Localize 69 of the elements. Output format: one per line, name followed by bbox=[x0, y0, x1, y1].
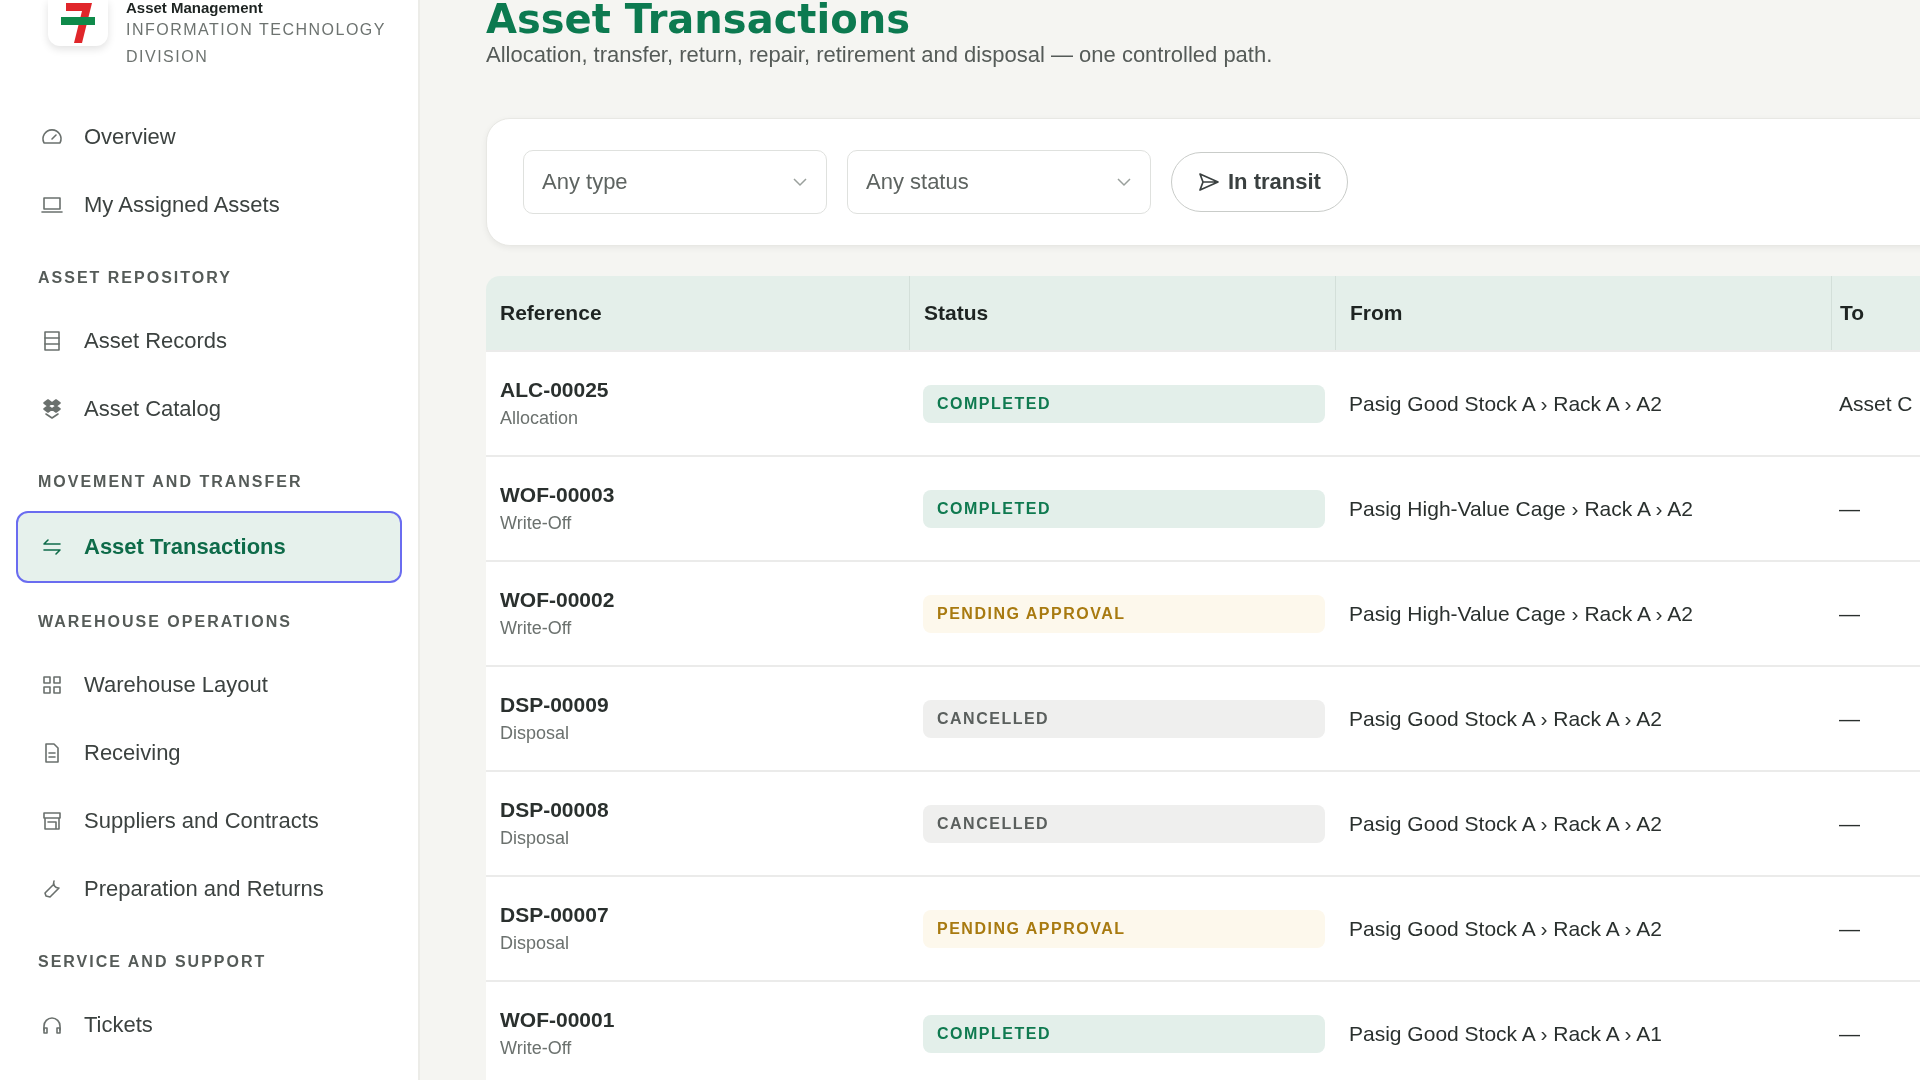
from-location: Pasig Good Stock A › Rack A › A1 bbox=[1349, 1021, 1662, 1046]
to-location: — bbox=[1839, 1021, 1860, 1046]
status-badge: COMPLETED bbox=[923, 384, 1325, 423]
status-select[interactable]: Any status bbox=[847, 150, 1151, 214]
reference-number: WOF-00002 bbox=[500, 588, 615, 612]
reference-number: WOF-00003 bbox=[500, 483, 615, 507]
sidebar-item[interactable]: My Assigned Assets bbox=[16, 171, 402, 239]
table-row[interactable]: WOF-00003 Write-Off COMPLETED Pasig High-Value Cage › Rack A › A2 — bbox=[486, 455, 1920, 560]
from-location: Pasig High-Value Cage › Rack A › A2 bbox=[1349, 601, 1693, 626]
sidebar-item[interactable]: Suppliers and Contracts bbox=[16, 787, 402, 855]
transaction-type: Write-Off bbox=[500, 618, 572, 639]
table-row[interactable]: WOF-00002 Write-Off PENDING APPROVAL Pasig High-Value Cage › Rack A › A2 — bbox=[486, 560, 1920, 665]
from-location: Pasig Good Stock A › Rack A › A2 bbox=[1349, 916, 1662, 941]
to-location: Asset C bbox=[1839, 391, 1913, 416]
chevron-down-icon bbox=[1116, 177, 1132, 187]
in-transit-button[interactable]: In transit bbox=[1171, 152, 1348, 212]
reference-number: DSP-00008 bbox=[500, 798, 609, 822]
from-location: Pasig Good Stock A › Rack A › A2 bbox=[1349, 706, 1662, 731]
to-location: — bbox=[1839, 811, 1860, 836]
table-row[interactable]: WOF-00001 Write-Off COMPLETED Pasig Good Stock A › Rack A › A1 — bbox=[486, 980, 1920, 1080]
status-badge: COMPLETED bbox=[923, 489, 1325, 528]
sidebar-item[interactable]: Asset Catalog bbox=[16, 375, 402, 443]
sidebar-item[interactable]: Warehouse Layout bbox=[16, 651, 402, 719]
from-location: Pasig Good Stock A › Rack A › A2 bbox=[1349, 391, 1662, 416]
store-icon bbox=[40, 809, 64, 833]
reference-number: DSP-00007 bbox=[500, 903, 609, 927]
sidebar-item[interactable]: Preparation and Returns bbox=[16, 855, 402, 923]
transaction-type: Disposal bbox=[500, 828, 570, 849]
transaction-type: Disposal bbox=[500, 723, 570, 744]
reference-number: DSP-00009 bbox=[500, 693, 609, 717]
sidebar-item[interactable]: Overview bbox=[16, 103, 402, 171]
status-badge: CANCELLED bbox=[923, 699, 1325, 738]
status-badge: CANCELLED bbox=[923, 804, 1325, 843]
reference-number: ALC-00025 bbox=[500, 378, 609, 402]
table-row[interactable]: DSP-00009 Disposal CANCELLED Pasig Good Stock A › Rack A › A2 — bbox=[486, 665, 1920, 770]
status-badge: PENDING APPROVAL bbox=[923, 594, 1325, 633]
sidebar-item[interactable]: Tickets bbox=[16, 991, 402, 1059]
from-location: Pasig High-Value Cage › Rack A › A2 bbox=[1349, 496, 1693, 521]
page-subtitle: Allocation, transfer, return, repair, retirement and disposal — one controlled path. bbox=[486, 42, 1274, 68]
sidebar-item[interactable]: Receiving bbox=[16, 719, 402, 787]
reference-number: WOF-00001 bbox=[500, 1008, 615, 1032]
to-location: — bbox=[1839, 706, 1860, 731]
transaction-type: Write-Off bbox=[500, 513, 572, 534]
section-heading: SERVICE AND SUPPORT bbox=[37, 952, 268, 972]
section-heading: ASSET REPOSITORY bbox=[37, 268, 233, 288]
transaction-type: Write-Off bbox=[500, 1038, 572, 1059]
type-select[interactable]: Any type bbox=[523, 150, 827, 214]
table-row[interactable]: DSP-00008 Disposal CANCELLED Pasig Good Stock A › Rack A › A2 — bbox=[486, 770, 1920, 875]
column-header: Reference bbox=[499, 300, 603, 326]
to-location: — bbox=[1839, 601, 1860, 626]
transaction-type: Allocation bbox=[500, 408, 579, 429]
sidebar-item[interactable]: Asset Records bbox=[16, 307, 402, 375]
transaction-type: Disposal bbox=[500, 933, 570, 954]
to-location: — bbox=[1839, 496, 1860, 521]
to-location: — bbox=[1839, 916, 1860, 941]
status-badge: COMPLETED bbox=[923, 1014, 1325, 1053]
from-location: Pasig Good Stock A › Rack A › A2 bbox=[1349, 811, 1662, 836]
grid-icon bbox=[40, 673, 64, 697]
section-heading: MOVEMENT AND TRANSFER bbox=[37, 472, 304, 492]
page-title: Asset Transactions bbox=[486, 0, 911, 38]
division-name: INFORMATION TECHNOLOGY DIVISION bbox=[126, 20, 387, 67]
sidebar-item[interactable]: Asset Transactions bbox=[16, 511, 402, 583]
status-badge: PENDING APPROVAL bbox=[923, 909, 1325, 948]
chevron-down-icon bbox=[792, 177, 808, 187]
section-heading: WAREHOUSE OPERATIONS bbox=[37, 612, 293, 632]
table-row[interactable]: DSP-00007 Disposal PENDING APPROVAL Pasig Good Stock A › Rack A › A2 — bbox=[486, 875, 1920, 980]
send-icon bbox=[1198, 172, 1220, 192]
app-name: Asset Management bbox=[126, 0, 264, 16]
table-row[interactable]: ALC-00025 Allocation COMPLETED Pasig Good Stock A › Rack A › A2 Asset C bbox=[486, 350, 1920, 455]
